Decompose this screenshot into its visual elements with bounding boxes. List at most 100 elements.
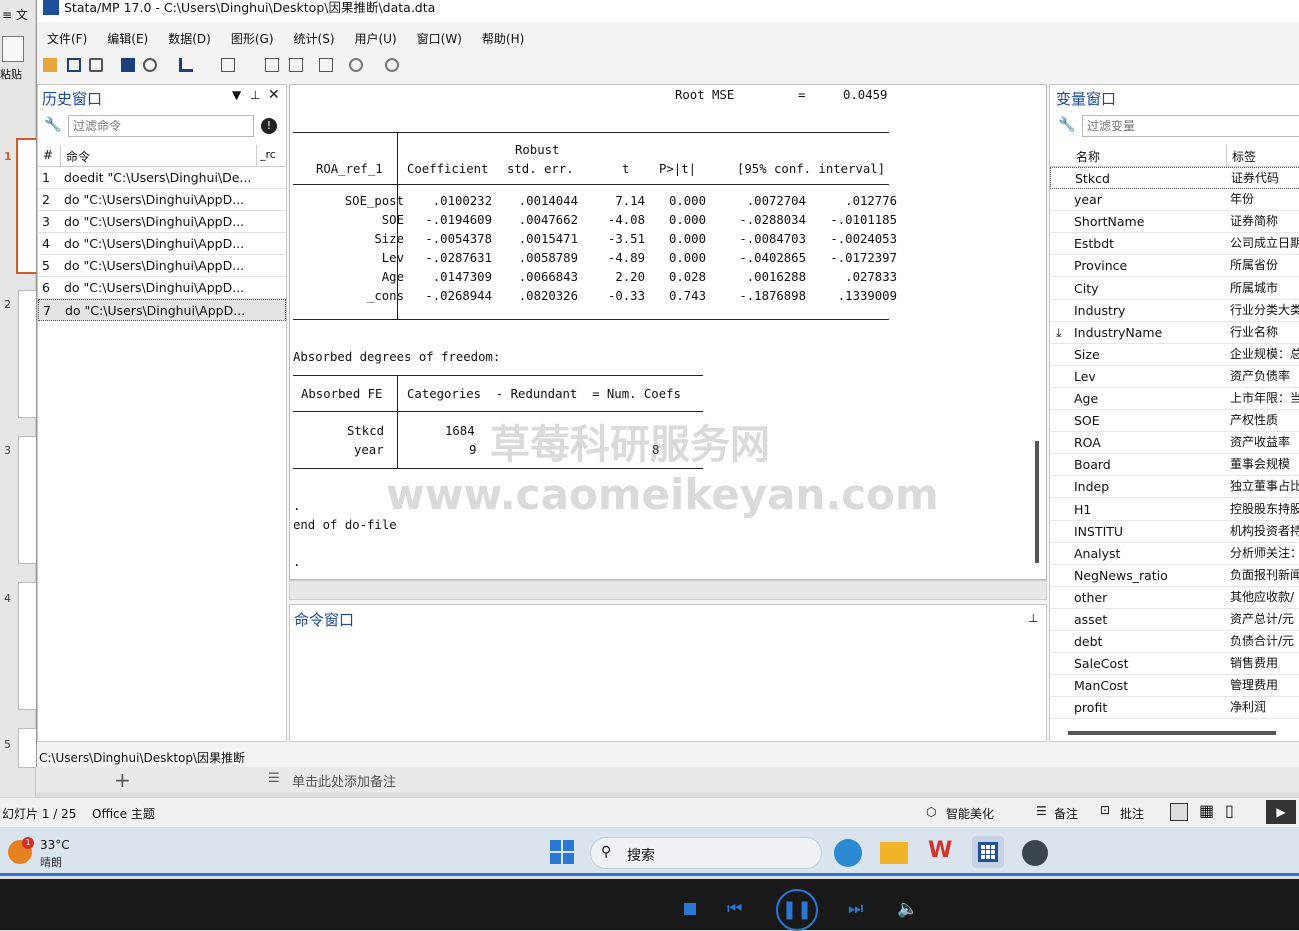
notes-toggle-button[interactable]: 备注	[1054, 805, 1078, 822]
pause-icon[interactable]: ❚❚	[776, 889, 818, 931]
close-icon[interactable]: ✕	[268, 87, 280, 103]
play-slideshow-icon[interactable]: ▶	[1266, 800, 1296, 824]
graph-icon[interactable]	[179, 58, 193, 72]
ppt-menu-label[interactable]: ≡ 文	[2, 6, 28, 23]
variable-name: year	[1074, 192, 1102, 208]
variable-row[interactable]: other 其他应收款/	[1050, 587, 1299, 609]
more-icon[interactable]	[349, 58, 363, 72]
variable-row[interactable]: Size 企业规模：总	[1050, 344, 1299, 366]
filter-icon[interactable]: ▼	[232, 88, 241, 102]
break-icon[interactable]	[385, 58, 399, 72]
menu-help[interactable]: 帮助(H)	[472, 26, 534, 51]
variable-row[interactable]: Analyst 分析师关注：	[1050, 543, 1299, 565]
menu-file[interactable]: 文件(F)	[37, 26, 97, 51]
data-editor-icon[interactable]	[265, 58, 279, 72]
variable-row[interactable]: Lev 资产负债率	[1050, 366, 1299, 388]
app-icon[interactable]	[1022, 840, 1048, 866]
history-row[interactable]: 3 do "C:\Users\Dinghui\AppD...	[38, 211, 286, 233]
variable-row[interactable]: IndustryName 行业名称 ⤓	[1050, 322, 1299, 344]
add-slide-icon[interactable]: +	[114, 768, 131, 792]
variable-row[interactable]: Indep 独立董事占比	[1050, 476, 1299, 499]
variables-manager-icon[interactable]	[319, 58, 333, 72]
volume-icon[interactable]: 🔈	[897, 899, 918, 919]
menu-data[interactable]: 数据(D)	[158, 26, 221, 51]
results-hscroll[interactable]	[289, 580, 1047, 600]
viewer-icon[interactable]	[143, 58, 157, 72]
history-row[interactable]: 1 doedit "C:\Users\Dinghui\De...	[38, 167, 286, 189]
menu-user[interactable]: 用户(U)	[345, 26, 407, 51]
previous-icon[interactable]: ⏮	[727, 899, 742, 919]
grid-view-icon[interactable]: ▦	[1199, 801, 1214, 820]
variable-row[interactable]: debt 负债合计/元	[1050, 631, 1299, 654]
stata-taskbar-icon[interactable]	[972, 836, 1004, 868]
ppt-notes-bar[interactable]: + ☰ 单击此处添加备注	[36, 766, 1299, 792]
log-icon[interactable]	[121, 58, 135, 72]
menu-graphics[interactable]: 图形(G)	[221, 26, 284, 51]
history-col-rc[interactable]: _rc	[260, 148, 276, 161]
variable-row[interactable]: Industry 行业分类大类	[1050, 300, 1299, 322]
menu-statistics[interactable]: 统计(S)	[284, 26, 345, 51]
history-col-cmd[interactable]: 命令	[66, 148, 90, 165]
menu-window[interactable]: 窗口(W)	[407, 26, 472, 51]
variable-row[interactable]: profit 净利润	[1050, 697, 1299, 720]
variable-row[interactable]: Age 上市年限：当	[1050, 388, 1299, 410]
results-scrollbar[interactable]	[1035, 441, 1039, 563]
menu-edit[interactable]: 编辑(E)	[97, 26, 158, 51]
file-explorer-icon[interactable]	[880, 842, 908, 864]
notes-placeholder[interactable]: 单击此处添加备注	[292, 771, 396, 790]
variables-scrollbar[interactable]	[1068, 731, 1276, 735]
info-icon[interactable]: !	[261, 118, 277, 134]
variable-row[interactable]: H1 控股股东持股	[1050, 499, 1299, 521]
slide-thumb-3[interactable]	[18, 436, 36, 564]
variable-row[interactable]: Board 董事会规模	[1050, 454, 1299, 477]
data-browser-icon[interactable]	[289, 58, 303, 72]
do-editor-icon[interactable]	[221, 58, 235, 72]
print-icon[interactable]	[89, 58, 103, 72]
windows-start-icon[interactable]	[550, 840, 574, 864]
pin-icon[interactable]: ⊥	[250, 88, 260, 102]
comment-button[interactable]: 批注	[1120, 805, 1144, 822]
paste-icon[interactable]	[2, 36, 24, 62]
save-icon[interactable]	[67, 58, 81, 72]
beautify-button[interactable]: 智能美化	[946, 805, 994, 822]
variable-row[interactable]: ShortName 证券简称	[1050, 211, 1299, 234]
variable-row[interactable]: ROA 资产收益率	[1050, 432, 1299, 455]
coef-cell-p: 0.000	[668, 251, 706, 265]
history-row[interactable]: 2 do "C:\Users\Dinghui\AppD...	[38, 189, 286, 211]
variables-col-label[interactable]: 标签	[1232, 148, 1256, 165]
variable-row[interactable]: asset 资产总计/元	[1050, 609, 1299, 631]
slide-thumb-5[interactable]	[18, 728, 36, 768]
taskbar-search[interactable]: ⚲ 搜索	[590, 837, 822, 869]
history-row[interactable]: 4 do "C:\Users\Dinghui\AppD...	[38, 233, 286, 255]
wps-icon[interactable]: W	[928, 838, 952, 863]
next-icon[interactable]: ⏭	[848, 899, 863, 919]
open-icon[interactable]	[43, 58, 57, 72]
stop-icon[interactable]	[684, 903, 696, 915]
history-row[interactable]: 5 do "C:\Users\Dinghui\AppD...	[38, 255, 286, 277]
variable-row[interactable]: INSTITU 机构投资者持	[1050, 521, 1299, 543]
variable-row[interactable]: NegNews_ratio 负面报刊新闻	[1050, 565, 1299, 587]
variables-filter-input[interactable]	[1082, 115, 1299, 137]
slide-thumb-4[interactable]	[18, 582, 36, 710]
slide-thumb-1[interactable]	[16, 138, 36, 274]
history-row[interactable]: 6 do "C:\Users\Dinghui\AppD...	[38, 277, 286, 299]
slide-thumb-2[interactable]	[18, 290, 36, 418]
variable-row[interactable]: SaleCost 销售费用	[1050, 653, 1299, 676]
variable-row[interactable]: Estbdt 公司成立日期	[1050, 233, 1299, 256]
history-row-selected[interactable]: 7 do "C:\Users\Dinghui\AppD...	[38, 299, 286, 321]
theme-name[interactable]: Office 主题	[92, 805, 155, 822]
variable-row[interactable]: year 年份	[1050, 189, 1299, 212]
variables-col-name[interactable]: 名称	[1076, 148, 1100, 165]
pin-icon[interactable]: ⊥	[1028, 611, 1038, 625]
variable-row[interactable]: Province 所属省份	[1050, 255, 1299, 278]
variable-row[interactable]: ManCost 管理费用	[1050, 675, 1299, 698]
normal-view-icon[interactable]	[1170, 803, 1188, 821]
reading-view-icon[interactable]: ▯	[1225, 801, 1234, 820]
command-window[interactable]: 命令窗口 ⊥	[289, 604, 1047, 742]
variable-row[interactable]: City 所属城市	[1050, 278, 1299, 300]
history-filter-input[interactable]	[68, 115, 254, 137]
variable-row[interactable]: Stkcd 证券代码	[1050, 167, 1299, 189]
edge-icon[interactable]	[834, 839, 862, 867]
variable-row[interactable]: SOE 产权性质	[1050, 410, 1299, 433]
history-col-num[interactable]: #	[43, 148, 53, 162]
